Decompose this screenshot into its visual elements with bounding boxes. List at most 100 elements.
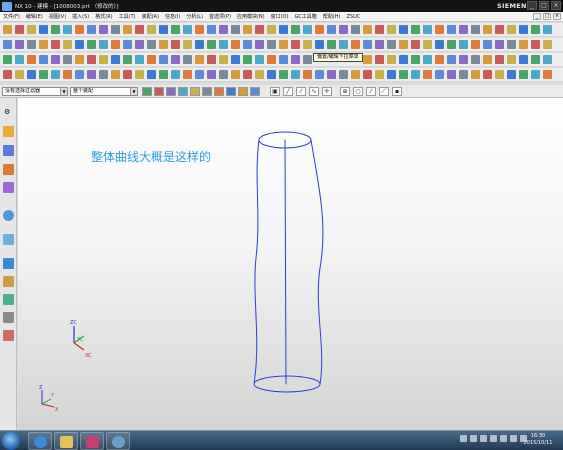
sketch-tool-14-icon[interactable] (171, 55, 180, 64)
feature-tool-23-icon[interactable] (279, 40, 288, 49)
view-tool-35-icon[interactable] (423, 70, 432, 79)
view-tool-24-icon[interactable] (291, 70, 300, 79)
view-tool-33-icon[interactable] (399, 70, 408, 79)
sketch-tool-6-icon[interactable] (75, 55, 84, 64)
sketch-tool-10-icon[interactable] (123, 55, 132, 64)
feature-tool-7-icon[interactable] (87, 40, 96, 49)
sketch-tool-30-icon[interactable] (411, 55, 420, 64)
sketch-tool-32-icon[interactable] (435, 55, 444, 64)
feature-tool-19-icon[interactable] (231, 40, 240, 49)
feature-tool-28-icon[interactable] (339, 40, 348, 49)
snap-existing-point-icon[interactable]: ○ (353, 87, 363, 96)
system-scenes-icon[interactable] (3, 330, 14, 341)
feature-tool-31-icon[interactable] (375, 40, 384, 49)
feature-tool-38-icon[interactable] (459, 40, 468, 49)
modeling-tool-37-icon[interactable] (447, 25, 456, 34)
sketch-tool-9-icon[interactable] (111, 55, 120, 64)
sketch-tool-38-icon[interactable] (507, 55, 516, 64)
roles-icon[interactable] (3, 312, 14, 323)
feature-tool-4-icon[interactable] (51, 40, 60, 49)
view-tool-28-icon[interactable] (339, 70, 348, 79)
modeling-tool-7-icon[interactable] (87, 25, 96, 34)
view-tool-23-icon[interactable] (279, 70, 288, 79)
sketch-tool-31-icon[interactable] (423, 55, 432, 64)
left-profile-curve[interactable] (253, 139, 260, 385)
selection-option-3-icon[interactable] (178, 87, 188, 96)
sketch-tool-40-icon[interactable] (531, 55, 540, 64)
feature-tool-37-icon[interactable] (447, 40, 456, 49)
sketch-tool-35-icon[interactable] (471, 55, 480, 64)
selection-scope-dropdown[interactable]: 整个装配 ▼ (70, 87, 138, 96)
view-tool-43-icon[interactable] (519, 70, 528, 79)
sketch-tool-12-icon[interactable] (147, 55, 156, 64)
selection-option-9-icon[interactable] (250, 87, 260, 96)
modeling-tool-30-icon[interactable] (363, 25, 372, 34)
menu-format[interactable]: 格式(R) (92, 13, 115, 20)
sketch-tool-25-icon[interactable] (303, 55, 312, 64)
sketch-tool-37-icon[interactable] (495, 55, 504, 64)
menu-gc-toolkit[interactable]: GC工具箱 (291, 13, 319, 20)
selection-option-4-icon[interactable] (190, 87, 200, 96)
view-tool-36-icon[interactable] (435, 70, 444, 79)
menu-assemblies[interactable]: 装配(A) (139, 13, 162, 20)
web-browser-icon[interactable] (3, 210, 14, 221)
center-axis-line[interactable] (284, 139, 287, 385)
sketch-tool-39-icon[interactable] (519, 55, 528, 64)
sketch-tool-11-icon[interactable] (135, 55, 144, 64)
selection-option-0-icon[interactable] (142, 87, 152, 96)
view-tool-45-icon[interactable] (543, 70, 552, 79)
menu-tools[interactable]: 工具(T) (116, 13, 139, 20)
view-tool-34-icon[interactable] (411, 70, 420, 79)
selection-option-5-icon[interactable] (202, 87, 212, 96)
modeling-tool-16-icon[interactable] (195, 25, 204, 34)
view-tool-0-icon[interactable] (3, 70, 12, 79)
feature-tool-33-icon[interactable] (399, 40, 408, 49)
feature-tool-43-icon[interactable] (519, 40, 528, 49)
menu-preferences[interactable]: 首选项(P) (206, 13, 234, 20)
tray-flag-icon[interactable] (460, 435, 467, 442)
doc-close-button[interactable]: × (553, 13, 561, 20)
menu-view[interactable]: 视图(V) (46, 13, 69, 20)
snap-quadrant-icon[interactable]: ⊕ (340, 87, 350, 96)
modeling-tool-20-icon[interactable] (243, 25, 252, 34)
modeling-tool-35-icon[interactable] (423, 25, 432, 34)
process-studio-icon[interactable] (3, 276, 14, 287)
sketch-tool-19-icon[interactable] (231, 55, 240, 64)
sketch-tool-5-icon[interactable] (63, 55, 72, 64)
selection-option-1-icon[interactable] (154, 87, 164, 96)
modeling-tool-23-icon[interactable] (279, 25, 288, 34)
feature-tool-24-icon[interactable] (291, 40, 300, 49)
modeling-tool-1-icon[interactable] (15, 25, 24, 34)
doc-restore-button[interactable]: □ (543, 13, 551, 20)
view-tool-30-icon[interactable] (363, 70, 372, 79)
view-tool-12-icon[interactable] (147, 70, 156, 79)
feature-tool-40-icon[interactable] (483, 40, 492, 49)
sketch-tool-36-icon[interactable] (483, 55, 492, 64)
modeling-tool-22-icon[interactable] (267, 25, 276, 34)
taskbar-app-browser[interactable] (106, 432, 130, 450)
sketch-tool-23-icon[interactable] (279, 55, 288, 64)
feature-tool-41-icon[interactable] (495, 40, 504, 49)
sketch-tool-7-icon[interactable] (87, 55, 96, 64)
sketch-tool-29-icon[interactable] (399, 55, 408, 64)
right-profile-curve[interactable] (310, 139, 324, 385)
feature-tool-45-icon[interactable] (543, 40, 552, 49)
modeling-tool-38-icon[interactable] (459, 25, 468, 34)
menu-application[interactable]: 应用模块(N) (234, 13, 268, 20)
sketch-tool-24-icon[interactable] (291, 55, 300, 64)
modeling-tool-40-icon[interactable] (483, 25, 492, 34)
feature-tool-18-icon[interactable] (219, 40, 228, 49)
snap-point-on-face-icon[interactable]: ／ (379, 87, 389, 96)
sketch-tool-18-icon[interactable] (219, 55, 228, 64)
view-tool-15-icon[interactable] (183, 70, 192, 79)
modeling-tool-8-icon[interactable] (99, 25, 108, 34)
modeling-tool-5-icon[interactable] (63, 25, 72, 34)
sketch-tool-3-icon[interactable] (39, 55, 48, 64)
sketch-tool-17-icon[interactable] (207, 55, 216, 64)
feature-tool-6-icon[interactable] (75, 40, 84, 49)
sketch-tool-21-icon[interactable] (255, 55, 264, 64)
modeling-tool-17-icon[interactable] (207, 25, 216, 34)
sketch-tool-2-icon[interactable] (27, 55, 36, 64)
taskbar-clock[interactable]: 16:30 2015/10/11 (519, 433, 557, 447)
modeling-tool-39-icon[interactable] (471, 25, 480, 34)
